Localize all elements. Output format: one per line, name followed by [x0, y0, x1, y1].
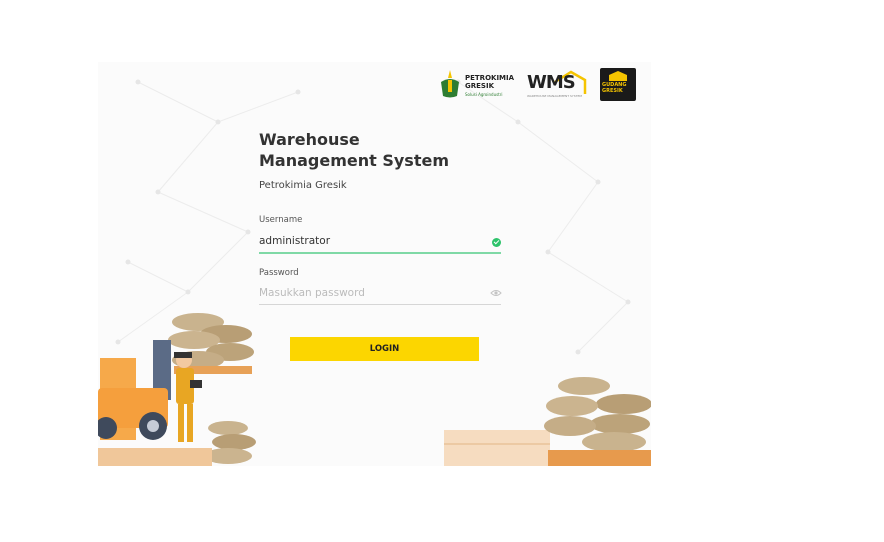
- warehouse-icon: [609, 71, 627, 81]
- forklift-worker-illustration: [98, 313, 256, 466]
- login-button[interactable]: LOGIN: [290, 337, 479, 361]
- show-password-eye-icon[interactable]: [490, 288, 502, 298]
- gudang-gresik-text: GUDANG GRESIK: [602, 82, 627, 94]
- username-underline: [259, 252, 501, 254]
- partner-logos: PETROKIMIA GRESIK Solusi Agroindustri WMS…: [437, 68, 637, 102]
- wms-logo: WMS WAREHOUSE MANAGEMENT SYSTEM: [525, 70, 587, 100]
- petrokimia-emblem-icon: [441, 70, 459, 98]
- wms-tagline: WAREHOUSE MANAGEMENT SYSTEM: [527, 94, 582, 98]
- petrokimia-name: PETROKIMIA GRESIK: [465, 74, 515, 90]
- pallet-right: [548, 450, 651, 466]
- page-title: Warehouse Management System: [259, 129, 449, 171]
- petrokimia-tagline: Solusi Agroindustri: [465, 92, 503, 97]
- wooden-crate: [444, 430, 550, 466]
- wms-text: WMS: [527, 72, 576, 93]
- title-line-2: Management System: [259, 151, 449, 170]
- company-subtitle: Petrokimia Gresik: [259, 180, 347, 191]
- password-label: Password: [259, 268, 299, 278]
- password-input[interactable]: [259, 284, 501, 302]
- valid-check-icon: [492, 238, 501, 247]
- sack-pallet-illustration: [444, 377, 651, 466]
- pallet-left: [98, 448, 212, 466]
- sack-stack-right: [544, 377, 651, 452]
- username-label: Username: [259, 215, 303, 225]
- title-line-1: Warehouse: [259, 130, 360, 149]
- password-underline: [259, 304, 501, 305]
- gudang-gresik-logo: GUDANG GRESIK: [600, 68, 636, 101]
- username-input[interactable]: [259, 232, 501, 250]
- petrokimia-logo: PETROKIMIA GRESIK Solusi Agroindustri: [437, 68, 517, 100]
